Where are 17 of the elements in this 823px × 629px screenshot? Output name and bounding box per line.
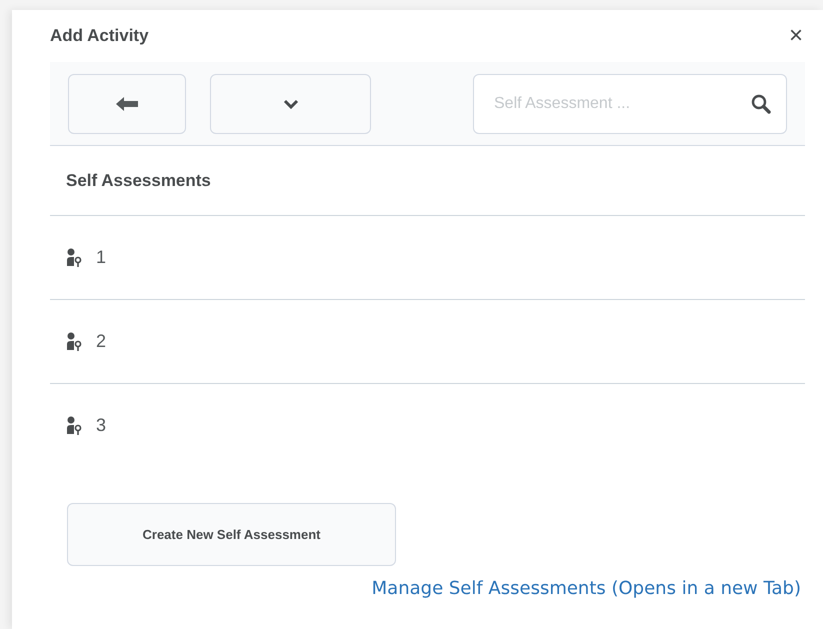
back-arrow-icon — [116, 96, 138, 110]
list-heading: Self Assessments — [66, 170, 211, 190]
create-button[interactable]: Create New Self Assessment — [67, 503, 396, 566]
manage-link[interactable]: Manage Self Assessments (Opens in a new Tab) — [372, 578, 801, 599]
search-icon — [751, 94, 771, 114]
dialog-title: Add Activity — [50, 26, 149, 46]
search-field[interactable]: Self Assessment ... — [473, 74, 787, 134]
dropdown-button[interactable] — [210, 74, 371, 134]
person-key-icon — [66, 416, 82, 436]
close-button[interactable]: × — [786, 24, 805, 48]
person-key-icon — [66, 332, 82, 352]
list-item[interactable]: 1 — [96, 247, 106, 268]
list-item[interactable]: 2 — [96, 331, 106, 352]
back-button[interactable] — [68, 74, 186, 134]
person-key-icon — [66, 248, 82, 268]
list-item[interactable]: 3 — [96, 415, 106, 436]
chevron-down-icon — [282, 98, 298, 108]
